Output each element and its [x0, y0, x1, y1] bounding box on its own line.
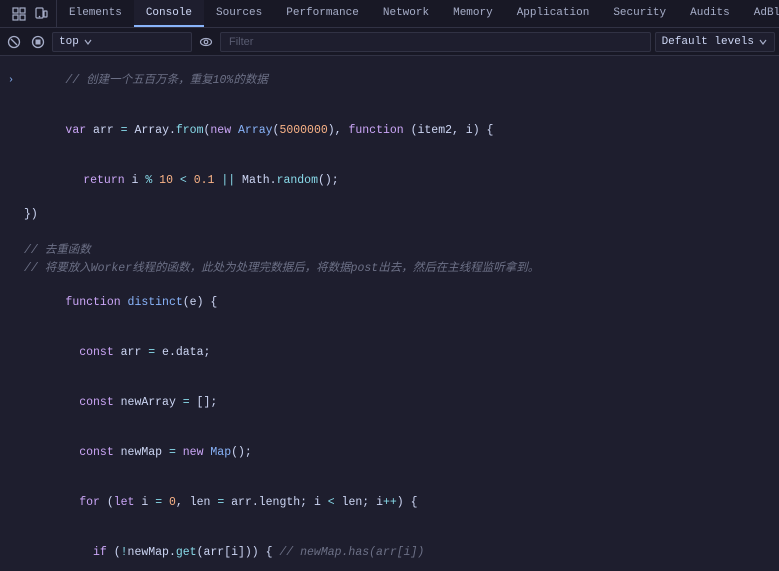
- console-output: › // 创建一个五百万条，重复10%的数据 var arr = Array.f…: [0, 56, 779, 571]
- chevron-down-icon: [83, 37, 93, 47]
- eye-icon[interactable]: [196, 32, 216, 52]
- no-arrow: [8, 329, 20, 377]
- code-line: const arr = e.data;: [24, 329, 779, 377]
- code-line: const newArray = [];: [24, 379, 779, 427]
- tab-elements[interactable]: Elements: [57, 0, 134, 27]
- log-level-chevron-icon: [758, 37, 768, 47]
- filter-input[interactable]: [220, 32, 651, 52]
- code-line: function distinct(e) {: [24, 279, 779, 327]
- code-line: if (!newMap.get(arr[i])) { // newMap.has…: [24, 529, 779, 571]
- no-arrow: [8, 479, 20, 527]
- tab-audits[interactable]: Audits: [678, 0, 742, 27]
- code-line: // 去重函数: [24, 243, 779, 259]
- device-icon[interactable]: [32, 5, 50, 23]
- code-line: var arr = Array.from(new Array(5000000),…: [24, 107, 779, 155]
- no-arrow: [8, 107, 20, 155]
- no-arrow: [12, 157, 24, 205]
- tab-application[interactable]: Application: [505, 0, 602, 27]
- clear-console-button[interactable]: [4, 32, 24, 52]
- console-line: return i % 10 < 0.1 || Math.random();: [0, 156, 779, 206]
- no-arrow: [8, 279, 20, 327]
- code-line: const newMap = new Map();: [24, 429, 779, 477]
- tab-adblock[interactable]: AdBlock: [742, 0, 779, 27]
- inspect-icon[interactable]: [10, 5, 28, 23]
- no-arrow: [8, 379, 20, 427]
- console-line: }): [0, 206, 779, 224]
- console-line: const arr = e.data;: [0, 328, 779, 378]
- log-level-label: Default levels: [662, 36, 754, 48]
- tab-security[interactable]: Security: [601, 0, 678, 27]
- tab-console[interactable]: Console: [134, 0, 204, 27]
- console-line: const newMap = new Map();: [0, 428, 779, 478]
- stop-recording-button[interactable]: [28, 32, 48, 52]
- console-toolbar: top Default levels: [0, 28, 779, 56]
- context-selector[interactable]: top: [52, 32, 192, 52]
- no-arrow: [8, 225, 20, 241]
- console-line: const newArray = [];: [0, 378, 779, 428]
- code-line: }): [24, 207, 779, 223]
- console-line: // 将要放入Worker线程的函数，此处为处理完数据后，将数据post出去，然…: [0, 260, 779, 278]
- log-level-selector[interactable]: Default levels: [655, 32, 775, 52]
- console-line: // 去重函数: [0, 242, 779, 260]
- no-arrow: [8, 529, 20, 571]
- console-line: function distinct(e) {: [0, 278, 779, 328]
- tab-icon-group: [4, 0, 57, 27]
- console-line: [0, 224, 779, 242]
- console-line: for (let i = 0, len = arr.length; i < le…: [0, 478, 779, 528]
- console-line: var arr = Array.from(new Array(5000000),…: [0, 106, 779, 156]
- context-label: top: [59, 36, 79, 48]
- tab-list: Elements Console Sources Performance Net…: [57, 0, 779, 27]
- no-arrow: [8, 429, 20, 477]
- no-arrow: [8, 207, 20, 223]
- console-line: › // 创建一个五百万条，重复10%的数据: [0, 56, 779, 106]
- prompt-arrow: ›: [8, 57, 20, 105]
- tab-performance[interactable]: Performance: [274, 0, 371, 27]
- code-line: [24, 225, 779, 241]
- no-arrow: [8, 261, 20, 277]
- code-line: // 将要放入Worker线程的函数，此处为处理完数据后，将数据post出去，然…: [24, 261, 779, 277]
- tab-memory[interactable]: Memory: [441, 0, 505, 27]
- console-line: if (!newMap.get(arr[i])) { // newMap.has…: [0, 528, 779, 571]
- devtools-tab-bar: Elements Console Sources Performance Net…: [0, 0, 779, 28]
- tab-network[interactable]: Network: [371, 0, 441, 27]
- tab-sources[interactable]: Sources: [204, 0, 274, 27]
- no-arrow: [8, 243, 20, 259]
- code-line: for (let i = 0, len = arr.length; i < le…: [24, 479, 779, 527]
- code-line: return i % 10 < 0.1 || Math.random();: [28, 157, 779, 205]
- code-line: // 创建一个五百万条，重复10%的数据: [24, 57, 779, 105]
